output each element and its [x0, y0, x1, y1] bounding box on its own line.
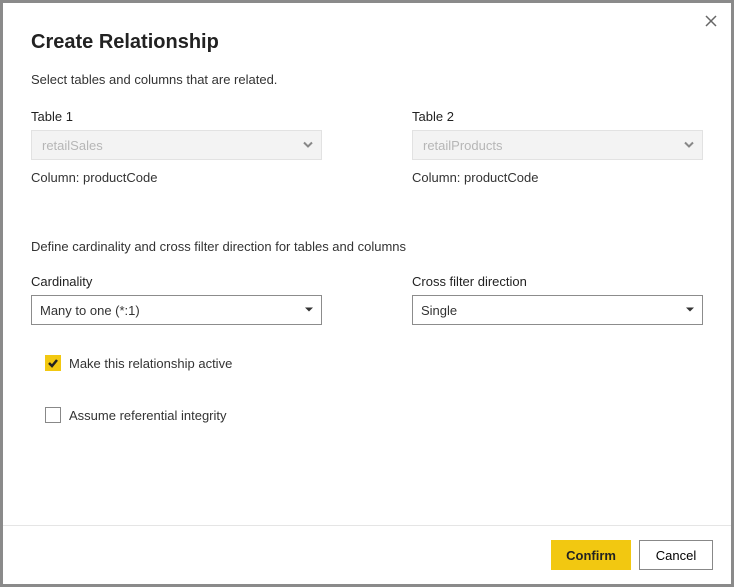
- crossfilter-label: Cross filter direction: [412, 274, 703, 289]
- table2-column-line: Column: productCode: [412, 170, 703, 185]
- active-checkbox[interactable]: [45, 355, 61, 371]
- table1-column-name: productCode: [83, 170, 157, 185]
- dialog-content: Create Relationship Select tables and co…: [3, 3, 731, 525]
- table1-select[interactable]: retailSales: [31, 130, 322, 160]
- dialog-title: Create Relationship: [31, 31, 703, 54]
- create-relationship-dialog: Create Relationship Select tables and co…: [0, 0, 734, 587]
- options-row: Cardinality Many to one (*:1) Cross filt…: [31, 274, 703, 325]
- crossfilter-column: Cross filter direction Single: [412, 274, 703, 325]
- table1-column-line: Column: productCode: [31, 170, 322, 185]
- cancel-button[interactable]: Cancel: [639, 540, 713, 570]
- table1-label: Table 1: [31, 109, 322, 124]
- dialog-subtitle: Select tables and columns that are relat…: [31, 72, 703, 87]
- table2-value: retailProducts: [423, 138, 502, 153]
- cardinality-column: Cardinality Many to one (*:1): [31, 274, 322, 325]
- table1-value: retailSales: [42, 138, 103, 153]
- crossfilter-select[interactable]: Single: [412, 295, 703, 325]
- tables-row: Table 1 retailSales Column: productCode …: [31, 109, 703, 185]
- table2-column-name: productCode: [464, 170, 538, 185]
- table1-column-prefix: Column:: [31, 170, 83, 185]
- close-button[interactable]: [701, 11, 721, 31]
- ref-integrity-checkbox[interactable]: [45, 407, 61, 423]
- ref-integrity-check-row: Assume referential integrity: [45, 407, 703, 423]
- dialog-footer: Confirm Cancel: [3, 525, 731, 584]
- table1-column: Table 1 retailSales Column: productCode: [31, 109, 322, 185]
- active-check-label: Make this relationship active: [69, 356, 232, 371]
- cardinality-label: Cardinality: [31, 274, 322, 289]
- table2-column: Table 2 retailProducts Column: productCo…: [412, 109, 703, 185]
- close-icon: [705, 15, 717, 27]
- confirm-button[interactable]: Confirm: [551, 540, 631, 570]
- check-icon: [47, 357, 59, 369]
- active-check-row: Make this relationship active: [45, 355, 703, 371]
- chevron-down-icon: [684, 138, 694, 153]
- cardinality-select[interactable]: Many to one (*:1): [31, 295, 322, 325]
- section-description: Define cardinality and cross filter dire…: [31, 239, 703, 254]
- chevron-down-icon: [303, 138, 313, 153]
- table2-column-prefix: Column:: [412, 170, 464, 185]
- table2-select[interactable]: retailProducts: [412, 130, 703, 160]
- ref-integrity-check-label: Assume referential integrity: [69, 408, 227, 423]
- table2-label: Table 2: [412, 109, 703, 124]
